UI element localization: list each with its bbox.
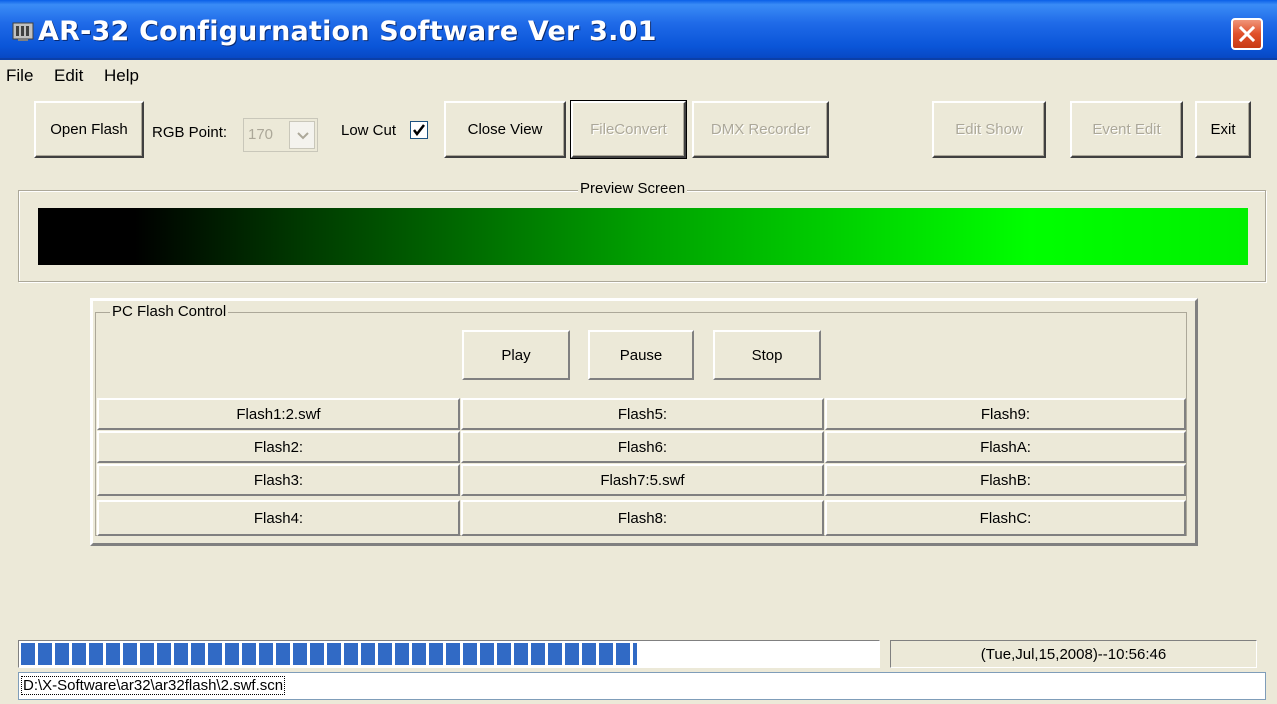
flash-control-title: PC Flash Control — [110, 303, 229, 320]
event-edit-button[interactable]: Event Edit — [1070, 101, 1183, 158]
close-icon — [1238, 25, 1256, 43]
flash-slot-5[interactable]: Flash5: — [461, 398, 824, 430]
flash-slot-6[interactable]: Flash6: — [461, 431, 824, 463]
window-title: AR-32 Configurnation Software Ver 3.01 — [38, 16, 657, 47]
flash-slot-9[interactable]: Flash9: — [825, 398, 1186, 430]
title-bar: AR-32 Configurnation Software Ver 3.01 — [0, 0, 1277, 60]
app-icon — [12, 22, 34, 42]
flash-slot-8[interactable]: Flash8: — [461, 500, 824, 536]
preview-screen — [38, 208, 1248, 265]
file-convert-button[interactable]: FileConvert — [570, 100, 687, 159]
low-cut-label: Low Cut — [341, 122, 397, 139]
pause-button[interactable]: Pause — [588, 330, 694, 380]
menu-help[interactable]: Help — [104, 66, 139, 86]
flash-slot-c[interactable]: FlashC: — [825, 500, 1186, 536]
flash-slot-7[interactable]: Flash7:5.swf — [461, 464, 824, 496]
flash-slot-4[interactable]: Flash4: — [97, 500, 460, 536]
rgb-point-select[interactable]: 170 — [243, 118, 318, 152]
menu-file[interactable]: File — [6, 66, 33, 86]
progress-bar — [18, 640, 880, 668]
close-button[interactable] — [1231, 18, 1263, 50]
flash-slot-b[interactable]: FlashB: — [825, 464, 1186, 496]
progress-fill — [21, 643, 637, 665]
preview-screen-title: Preview Screen — [578, 180, 688, 197]
flash-slot-2[interactable]: Flash2: — [97, 431, 460, 463]
flash-slot-1[interactable]: Flash1:2.swf — [97, 398, 460, 430]
close-view-button[interactable]: Close View — [444, 101, 566, 158]
file-path-text: D:\X-Software\ar32\ar32flash\2.swf.scn — [21, 676, 286, 695]
open-flash-button[interactable]: Open Flash — [34, 101, 144, 158]
flash-slot-a[interactable]: FlashA: — [825, 431, 1186, 463]
exit-button[interactable]: Exit — [1195, 101, 1251, 158]
file-path-field[interactable]: D:\X-Software\ar32\ar32flash\2.swf.scn — [18, 672, 1266, 700]
checkmark-icon — [413, 124, 425, 136]
low-cut-checkbox[interactable] — [410, 121, 428, 139]
menu-bar: File Edit Help — [0, 62, 1277, 90]
stop-button[interactable]: Stop — [713, 330, 821, 380]
rgb-point-value: 170 — [248, 126, 274, 143]
dropdown-arrow[interactable] — [289, 121, 315, 149]
edit-show-button[interactable]: Edit Show — [932, 101, 1046, 158]
play-button[interactable]: Play — [462, 330, 570, 380]
flash-slot-3[interactable]: Flash3: — [97, 464, 460, 496]
dmx-recorder-button[interactable]: DMX Recorder — [692, 101, 829, 158]
rgb-point-label: RGB Point: — [152, 124, 228, 141]
menu-edit[interactable]: Edit — [54, 66, 83, 86]
chevron-down-icon — [297, 132, 309, 140]
datetime-display: (Tue,Jul,15,2008)--10:56:46 — [890, 640, 1257, 668]
